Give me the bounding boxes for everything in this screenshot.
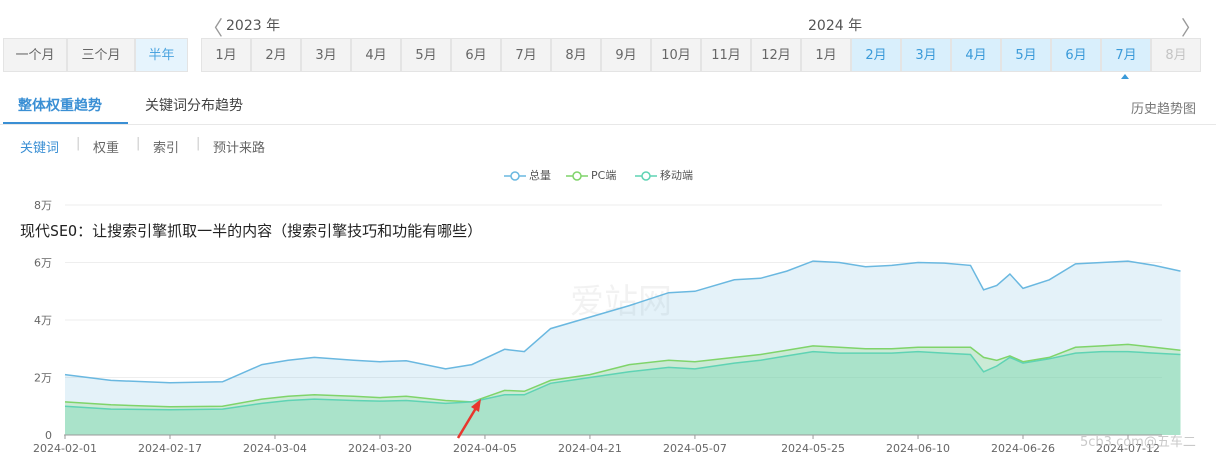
x-axis: 2024-02-01 2024-02-17 2024-03-04 2024-03-20… (33, 434, 1162, 455)
y-tick-label: 6万 (34, 257, 52, 270)
x-tick-label: 2024-02-17 (138, 442, 202, 455)
x-tick-label: 2024-06-10 (886, 442, 950, 455)
x-tick-label: 2024-05-07 (663, 442, 727, 455)
x-tick-label: 2024-02-01 (33, 442, 97, 455)
x-tick-label: 2024-04-21 (558, 442, 622, 455)
y-tick-label: 0 (45, 429, 52, 442)
y-tick-label: 4万 (34, 314, 52, 327)
x-tick-label: 2024-06-26 (991, 442, 1055, 455)
x-tick-label: 2024-05-25 (781, 442, 845, 455)
x-tick-label: 2024-04-05 (453, 442, 517, 455)
x-tick-label: 2024-03-20 (348, 442, 412, 455)
x-tick-label: 2024-03-04 (243, 442, 307, 455)
y-tick-label: 8万 (34, 199, 52, 212)
corner-watermark: 5cb3.com@五车二 (1080, 434, 1196, 450)
y-tick-label: 2万 (34, 372, 52, 385)
article-title-overlay: 现代SEO：让搜索引擎抓取一半的内容（搜索引擎技巧和功能有哪些） (0, 214, 1216, 248)
